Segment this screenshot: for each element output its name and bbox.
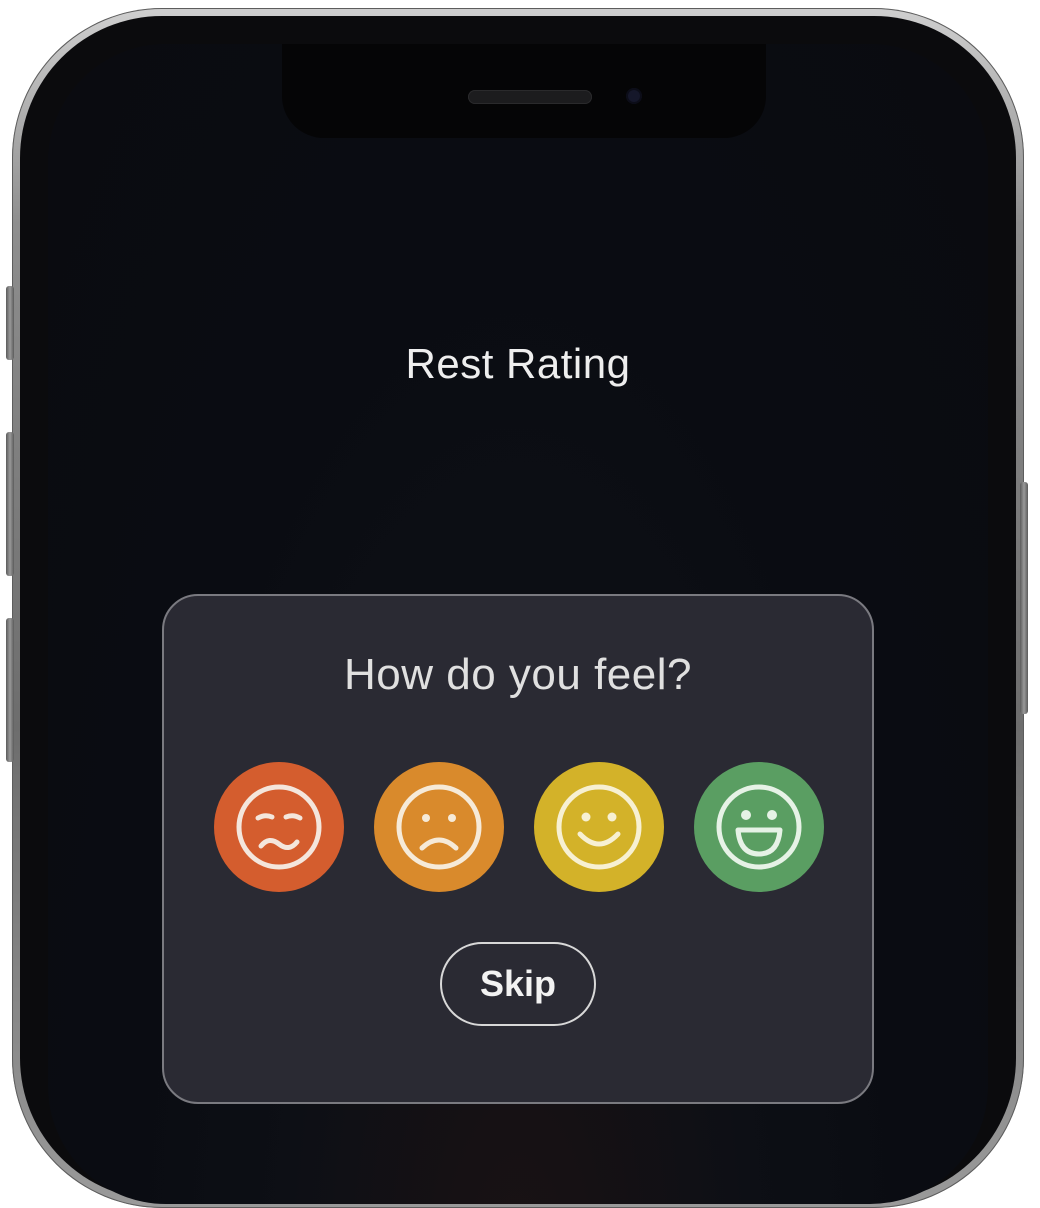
rating-options (214, 762, 826, 894)
phone-volume-up-button (6, 432, 14, 576)
phone-silent-switch (6, 286, 14, 360)
rating-dialog: How do you feel? Skip (162, 594, 874, 1104)
rating-option-bad[interactable] (374, 762, 504, 892)
camera-icon (626, 88, 642, 104)
phone-power-button (1020, 482, 1028, 714)
sad-face-icon (396, 784, 482, 870)
skip-button[interactable]: Skip (440, 942, 596, 1026)
phone-screen: Rest Rating How do you feel? Skip (48, 44, 988, 1204)
rating-option-very-bad[interactable] (214, 762, 344, 892)
phone-frame: Rest Rating How do you feel? Skip (12, 8, 1024, 1208)
smile-face-icon (556, 784, 642, 870)
rating-option-good[interactable] (534, 762, 664, 892)
worried-face-icon (236, 784, 322, 870)
grin-face-icon (716, 784, 802, 870)
dialog-prompt: How do you feel? (344, 650, 692, 699)
rating-option-great[interactable] (694, 762, 824, 892)
notch (282, 44, 766, 138)
phone-volume-down-button (6, 618, 14, 762)
speaker-grille (468, 90, 592, 104)
page-title: Rest Rating (405, 340, 631, 387)
